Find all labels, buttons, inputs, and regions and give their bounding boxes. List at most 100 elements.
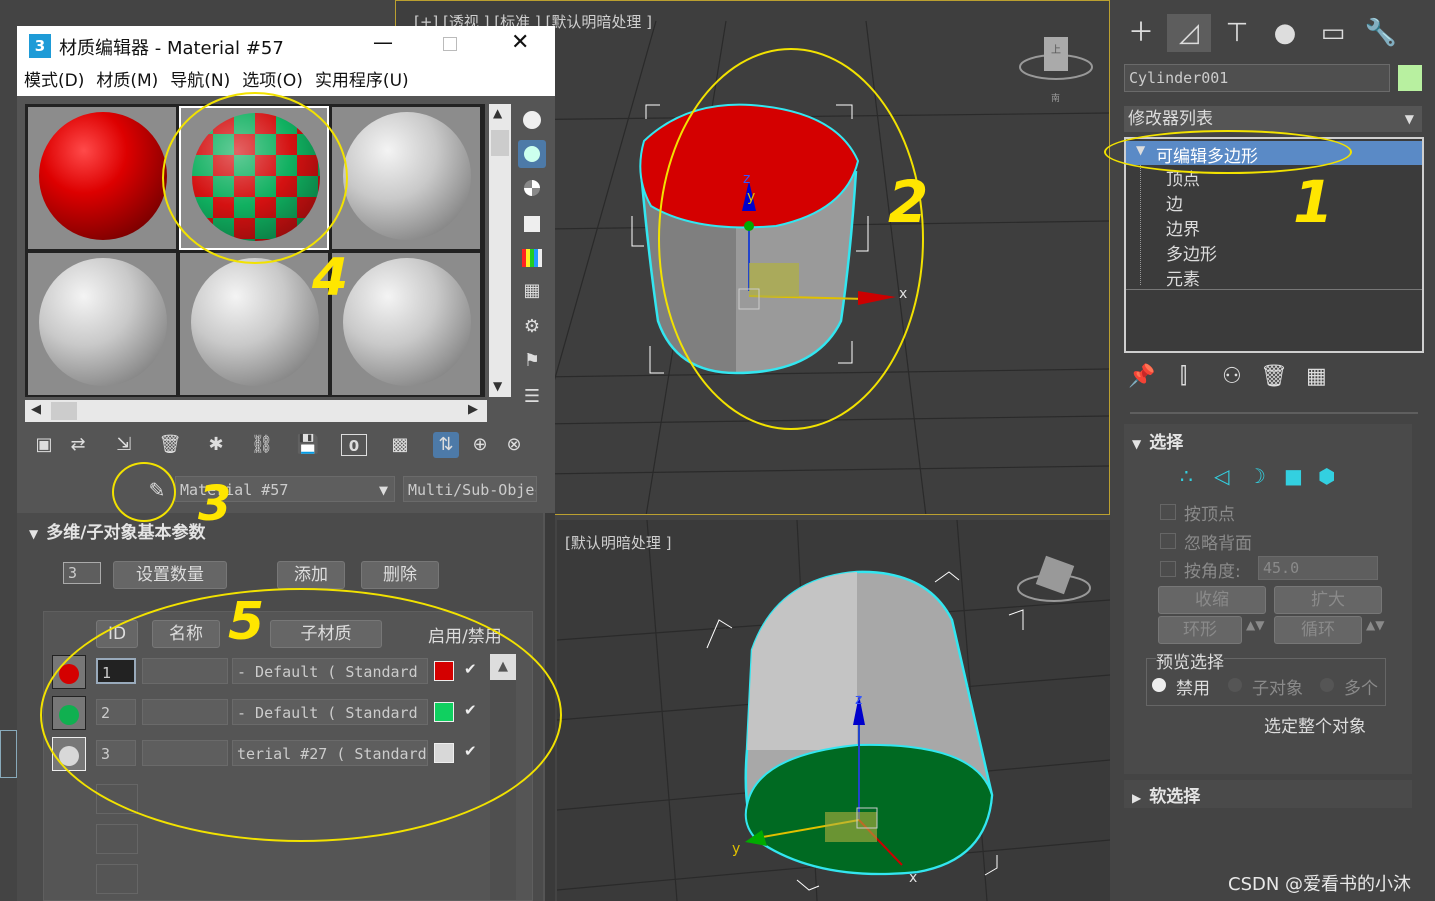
ring-spinner-icon[interactable]: ▲▼ — [1246, 618, 1264, 632]
loop-spinner-icon[interactable]: ▲▼ — [1366, 618, 1384, 632]
menu-material[interactable]: 材质(M) — [96, 71, 158, 91]
scroll-up-icon: ▲ — [493, 106, 503, 120]
selection-rollout-header[interactable]: ▼ 选择 — [1132, 428, 1183, 453]
angle-spinner[interactable]: 45.0 — [1258, 556, 1378, 580]
by-vertex-checkbox[interactable] — [1160, 504, 1176, 520]
sample-slot-6[interactable] — [331, 252, 481, 396]
hierarchy-tab-icon[interactable]: ⊤ — [1215, 14, 1259, 52]
sample-slot-1[interactable] — [27, 106, 177, 250]
stack-sub-edge[interactable]: 边 — [1166, 190, 1183, 215]
svg-text:南: 南 — [1051, 92, 1060, 104]
ring-button[interactable]: 环形 — [1158, 616, 1242, 644]
show-shaded-icon[interactable]: ▩ — [387, 432, 413, 458]
rollout-header[interactable]: ▼ 多维/子对象基本参数 — [29, 518, 205, 543]
modify-tab-icon[interactable]: ◿ — [1167, 14, 1211, 52]
edge-level-icon[interactable]: ◁ — [1214, 464, 1229, 488]
sample-slot-4[interactable] — [27, 252, 177, 396]
annotation-number-3: 3 — [198, 476, 232, 532]
sample-type-sphere-icon[interactable] — [518, 106, 546, 134]
get-material-icon[interactable]: ▣ — [31, 432, 57, 458]
sample-slot-3[interactable] — [331, 106, 481, 250]
sample-uv-tiling-icon[interactable] — [518, 210, 546, 238]
go-to-parent-icon[interactable]: ⊕ — [467, 432, 493, 458]
save-material-icon[interactable]: 💾 — [295, 432, 321, 458]
close-button[interactable]: ✕ — [511, 30, 529, 55]
slots-horizontal-scrollbar[interactable]: ◀ ▶ — [25, 400, 487, 422]
left-edge-grid — [0, 730, 17, 778]
menu-options[interactable]: 选项(O) — [242, 71, 303, 91]
make-preview-icon[interactable]: ▦ — [518, 280, 546, 308]
assign-to-selection-icon[interactable]: ⇲ — [111, 432, 137, 458]
collapse-triangle-icon: ▼ — [1132, 437, 1142, 451]
go-forward-sibling-icon[interactable]: ⊗ — [501, 432, 527, 458]
by-angle-checkbox[interactable] — [1160, 561, 1176, 577]
grow-button[interactable]: 扩大 — [1274, 586, 1382, 614]
viewport-label-bottom[interactable]: [默认明暗处理 ] — [565, 532, 671, 553]
menu-mode[interactable]: 模式(D) — [24, 71, 84, 91]
collapse-triangle-icon: ▼ — [29, 527, 39, 541]
object-name-field[interactable]: Cylinder001 — [1124, 64, 1390, 92]
reset-map-icon[interactable]: 🗑 — [157, 432, 183, 458]
make-unique-icon[interactable]: ✱ — [203, 432, 229, 458]
stack-sub-element[interactable]: 元素 — [1166, 265, 1200, 290]
slots-vertical-scrollbar[interactable]: ▲ ▼ — [489, 104, 511, 397]
minimize-button[interactable]: — — [373, 30, 393, 54]
set-count-button[interactable]: 设置数量 — [113, 561, 227, 589]
loop-button[interactable]: 循环 — [1274, 616, 1362, 644]
show-end-result-icon[interactable]: ⫿ — [1180, 364, 1187, 389]
configure-modifier-sets-icon[interactable]: ▦ — [1306, 364, 1327, 389]
annotation-ellipse-3 — [112, 462, 176, 522]
watermark: CSDN @爱看书的小沐 — [1228, 874, 1412, 895]
utilities-tab-icon[interactable]: 🔧 — [1359, 14, 1403, 52]
material-navigator-icon[interactable]: ☰ — [518, 386, 546, 414]
preview-subobject-radio[interactable] — [1228, 678, 1242, 692]
background-checker-icon[interactable] — [518, 174, 546, 202]
whole-object-selected-label: 选定整个对象 — [1264, 717, 1366, 737]
display-tab-icon[interactable]: ▭ — [1311, 14, 1355, 52]
maximize-button[interactable] — [443, 37, 457, 51]
bottom-viewport[interactable]: z y x [默认明暗处理 ] — [557, 520, 1110, 901]
material-name-text: Material #57 — [180, 481, 289, 499]
annotation-number-1: 1 — [1293, 168, 1334, 236]
motion-tab-icon[interactable]: ● — [1263, 14, 1307, 52]
polygon-level-icon[interactable]: ■ — [1284, 464, 1303, 488]
cylinder-bottom-green — [744, 743, 994, 875]
sample-slot-5[interactable] — [179, 252, 329, 396]
put-to-scene-icon[interactable]: ⇄ — [65, 432, 91, 458]
shrink-button[interactable]: 收缩 — [1158, 586, 1266, 614]
ignore-backfacing-checkbox[interactable] — [1160, 533, 1176, 549]
vertex-level-icon[interactable]: ∴ — [1180, 464, 1193, 488]
subobject-level-icons: ∴ ◁ ☽ ■ ⬢ — [1180, 464, 1340, 488]
material-id-channel-icon[interactable]: 0 — [341, 434, 367, 456]
modifier-list-dropdown[interactable]: 修改器列表 ▼ — [1124, 106, 1422, 132]
soft-selection-rollout[interactable]: ▶ 软选择 — [1124, 780, 1412, 808]
select-by-material-icon[interactable]: ⚑ — [518, 350, 546, 378]
add-button[interactable]: 添加 — [277, 561, 345, 589]
preview-multi-radio[interactable] — [1320, 678, 1334, 692]
put-to-library-icon[interactable]: ⛓ — [249, 432, 275, 458]
count-input[interactable]: 3 — [63, 562, 101, 584]
stack-sub-polygon[interactable]: 多边形 — [1166, 240, 1217, 265]
chevron-down-icon: ▼ — [1404, 112, 1414, 126]
menu-utilities[interactable]: 实用程序(U) — [315, 71, 409, 91]
delete-button[interactable]: 删除 — [361, 561, 439, 589]
border-level-icon[interactable]: ☽ — [1248, 464, 1266, 488]
menu-navigation[interactable]: 导航(N) — [170, 71, 230, 91]
stack-sub-border[interactable]: 边界 — [1166, 215, 1200, 240]
remove-modifier-icon[interactable]: 🗑 — [1260, 364, 1288, 389]
create-tab-icon[interactable]: ＋ — [1119, 14, 1163, 52]
preview-multi-label: 多个 — [1344, 679, 1378, 699]
viewcube-bottom-icon — [1035, 555, 1075, 595]
options-icon[interactable]: ⚙ — [518, 316, 546, 344]
make-unique-icon[interactable]: ⚇ — [1222, 364, 1242, 389]
svg-text:上: 上 — [1051, 44, 1061, 56]
show-end-result-icon[interactable]: ⇅ — [433, 432, 459, 458]
material-type-button[interactable]: Multi/Sub-Objec — [403, 476, 537, 502]
backlight-icon[interactable] — [518, 140, 546, 168]
object-color-swatch[interactable] — [1398, 65, 1422, 91]
pin-stack-icon[interactable]: 📌 — [1128, 364, 1155, 389]
chevron-down-icon[interactable]: ▼ — [379, 477, 388, 501]
preview-disabled-radio[interactable] — [1152, 678, 1166, 692]
element-level-icon[interactable]: ⬢ — [1318, 464, 1335, 488]
video-color-check-icon[interactable] — [518, 244, 546, 272]
